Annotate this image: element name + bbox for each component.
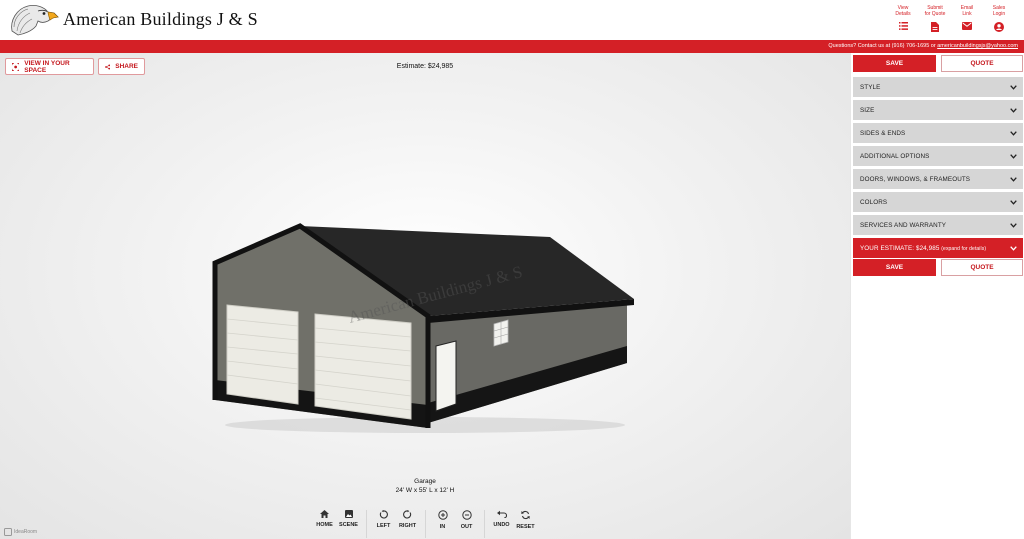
estimate-expand-hint: (expand for details) [941,245,987,252]
accordion-services-warranty-label: SERVICES AND WARRANTY [860,221,947,229]
reset-icon [521,510,530,520]
sales-login-link[interactable]: Sales Login [988,5,1010,32]
quote-button-bottom[interactable]: QUOTE [941,259,1023,276]
building-model[interactable]: American Buildings J & S [200,213,640,438]
home-button[interactable]: HOME [316,510,334,538]
idearoom-label: IdeaRoom [14,529,38,535]
contact-bar: Questions? Contact us at (916) 706-1695 … [0,40,1024,53]
view-group: HOME SCENE [308,510,367,538]
submit-quote-label: Submit for Quote [924,5,946,17]
accordion-colors-label: COLORS [860,198,888,206]
email-link[interactable]: Email Link [956,5,978,32]
building-type: Garage [414,478,436,485]
chevron-down-icon [1010,107,1017,113]
history-group: UNDO RESET [485,510,543,538]
accordion-doors-windows[interactable]: DOORS, WINDOWS, & FRAMEOUTS [853,169,1023,189]
scene-button[interactable]: SCENE [339,510,358,538]
chevron-down-icon [1010,176,1017,182]
header-nav: View Details Submit for Quote Email Link [892,5,1010,32]
accordion-services-warranty[interactable]: SERVICES AND WARRANTY [853,215,1023,235]
accordion-doors-windows-label: DOORS, WINDOWS, & FRAMEOUTS [860,175,971,183]
rotate-left-icon [379,510,388,519]
zoom-group: IN OUT [426,510,485,538]
in-label: IN [439,524,446,530]
rotate-right-icon [403,510,412,519]
app: American Buildings J & S View Details Su… [0,0,1024,539]
zoom-in-icon [437,510,448,520]
idearoom-watermark[interactable]: IdeaRoom [4,528,37,536]
estimate-summary-label: YOUR ESTIMATE: $24,985 [860,244,940,252]
accordion-size-label: SIZE [860,106,875,114]
rotate-left-button[interactable]: LEFT [375,510,393,538]
contact-email-link[interactable]: americanbuildingsjs@yahoo.com [937,43,1018,49]
accordion-colors[interactable]: COLORS [853,192,1023,212]
undo-icon [496,510,507,518]
estimate-text: Estimate: $24,985 [396,63,454,70]
view-details-link[interactable]: View Details [892,5,914,32]
rotate-right-button[interactable]: RIGHT [399,510,417,538]
eagle-logo-icon[interactable] [8,1,60,39]
brand-name: American Buildings J & S [63,9,258,29]
estimate-summary: YOUR ESTIMATE: $24,985 (expand for detai… [860,245,986,252]
accordion-style[interactable]: STYLE [853,77,1023,97]
accordion-sides-ends-label: SIDES & ENDS [860,129,906,137]
save-button-bottom[interactable]: SAVE [853,259,936,276]
chevron-down-icon [1010,245,1017,251]
save-button-top[interactable]: SAVE [853,55,936,72]
chevron-down-icon [1010,199,1017,205]
left-label: LEFT [376,523,391,529]
out-label: OUT [460,524,473,530]
right-label: RIGHT [398,523,417,529]
quote-button-top[interactable]: QUOTE [941,55,1023,72]
accordion-size[interactable]: SIZE [853,100,1023,120]
building-caption: Garage 24' W x 55' L x 12' H [0,477,850,495]
walk-door [435,340,457,412]
zoom-out-button[interactable]: OUT [458,510,476,538]
top-actions: SAVE QUOTE [853,55,1023,72]
email-link-label: Email Link [960,5,974,17]
accordion-style-label: STYLE [860,83,881,91]
undo-button[interactable]: UNDO [493,510,511,538]
chevron-down-icon [1010,130,1017,136]
zoom-in-button[interactable]: IN [434,510,452,538]
rotate-group: LEFT RIGHT [367,510,426,538]
bottom-actions: SAVE QUOTE [853,259,1023,276]
document-icon [931,22,939,32]
chevron-down-icon [1010,84,1017,90]
chevron-down-icon [1010,222,1017,228]
contact-text: Questions? Contact us at (916) 706-1695 … [828,41,1018,52]
contact-prefix: Questions? Contact us at (916) 706-1695 … [828,43,938,49]
accordion-sides-ends[interactable]: SIDES & ENDS [853,123,1023,143]
list-icon [898,22,908,30]
scene-label: SCENE [339,522,358,528]
3d-viewer[interactable]: VIEW IN YOUR SPACE SHARE Estimate: $24,9… [0,53,850,539]
zoom-out-icon [461,510,472,520]
reset-label: RESET [516,524,535,530]
camera-controls: HOME SCENE LEFT RIGHT IN OUT UNDO RESET [0,510,850,538]
building-dimensions: 24' W x 55' L x 12' H [395,487,455,494]
header: American Buildings J & S View Details Su… [0,0,1024,40]
configurator-sidebar: SAVE QUOTE STYLE SIZE SIDES & ENDS ADDIT… [850,53,1024,539]
account-icon [994,22,1004,32]
chevron-down-icon [1010,153,1017,159]
home-icon [320,510,329,518]
mail-icon [962,22,972,30]
accordion-additional-options-label: ADDITIONAL OPTIONS [860,152,930,160]
reset-button[interactable]: RESET [516,510,535,538]
accordion-your-estimate[interactable]: YOUR ESTIMATE: $24,985 (expand for detai… [853,238,1023,258]
undo-label: UNDO [493,522,510,528]
view-details-label: View Details [895,5,911,17]
sales-login-label: Sales Login [992,5,1006,17]
accordion-additional-options[interactable]: ADDITIONAL OPTIONS [853,146,1023,166]
submit-quote-link[interactable]: Submit for Quote [924,5,946,32]
home-label: HOME [316,522,333,528]
idearoom-logo-icon [4,528,12,536]
image-icon [344,510,353,518]
